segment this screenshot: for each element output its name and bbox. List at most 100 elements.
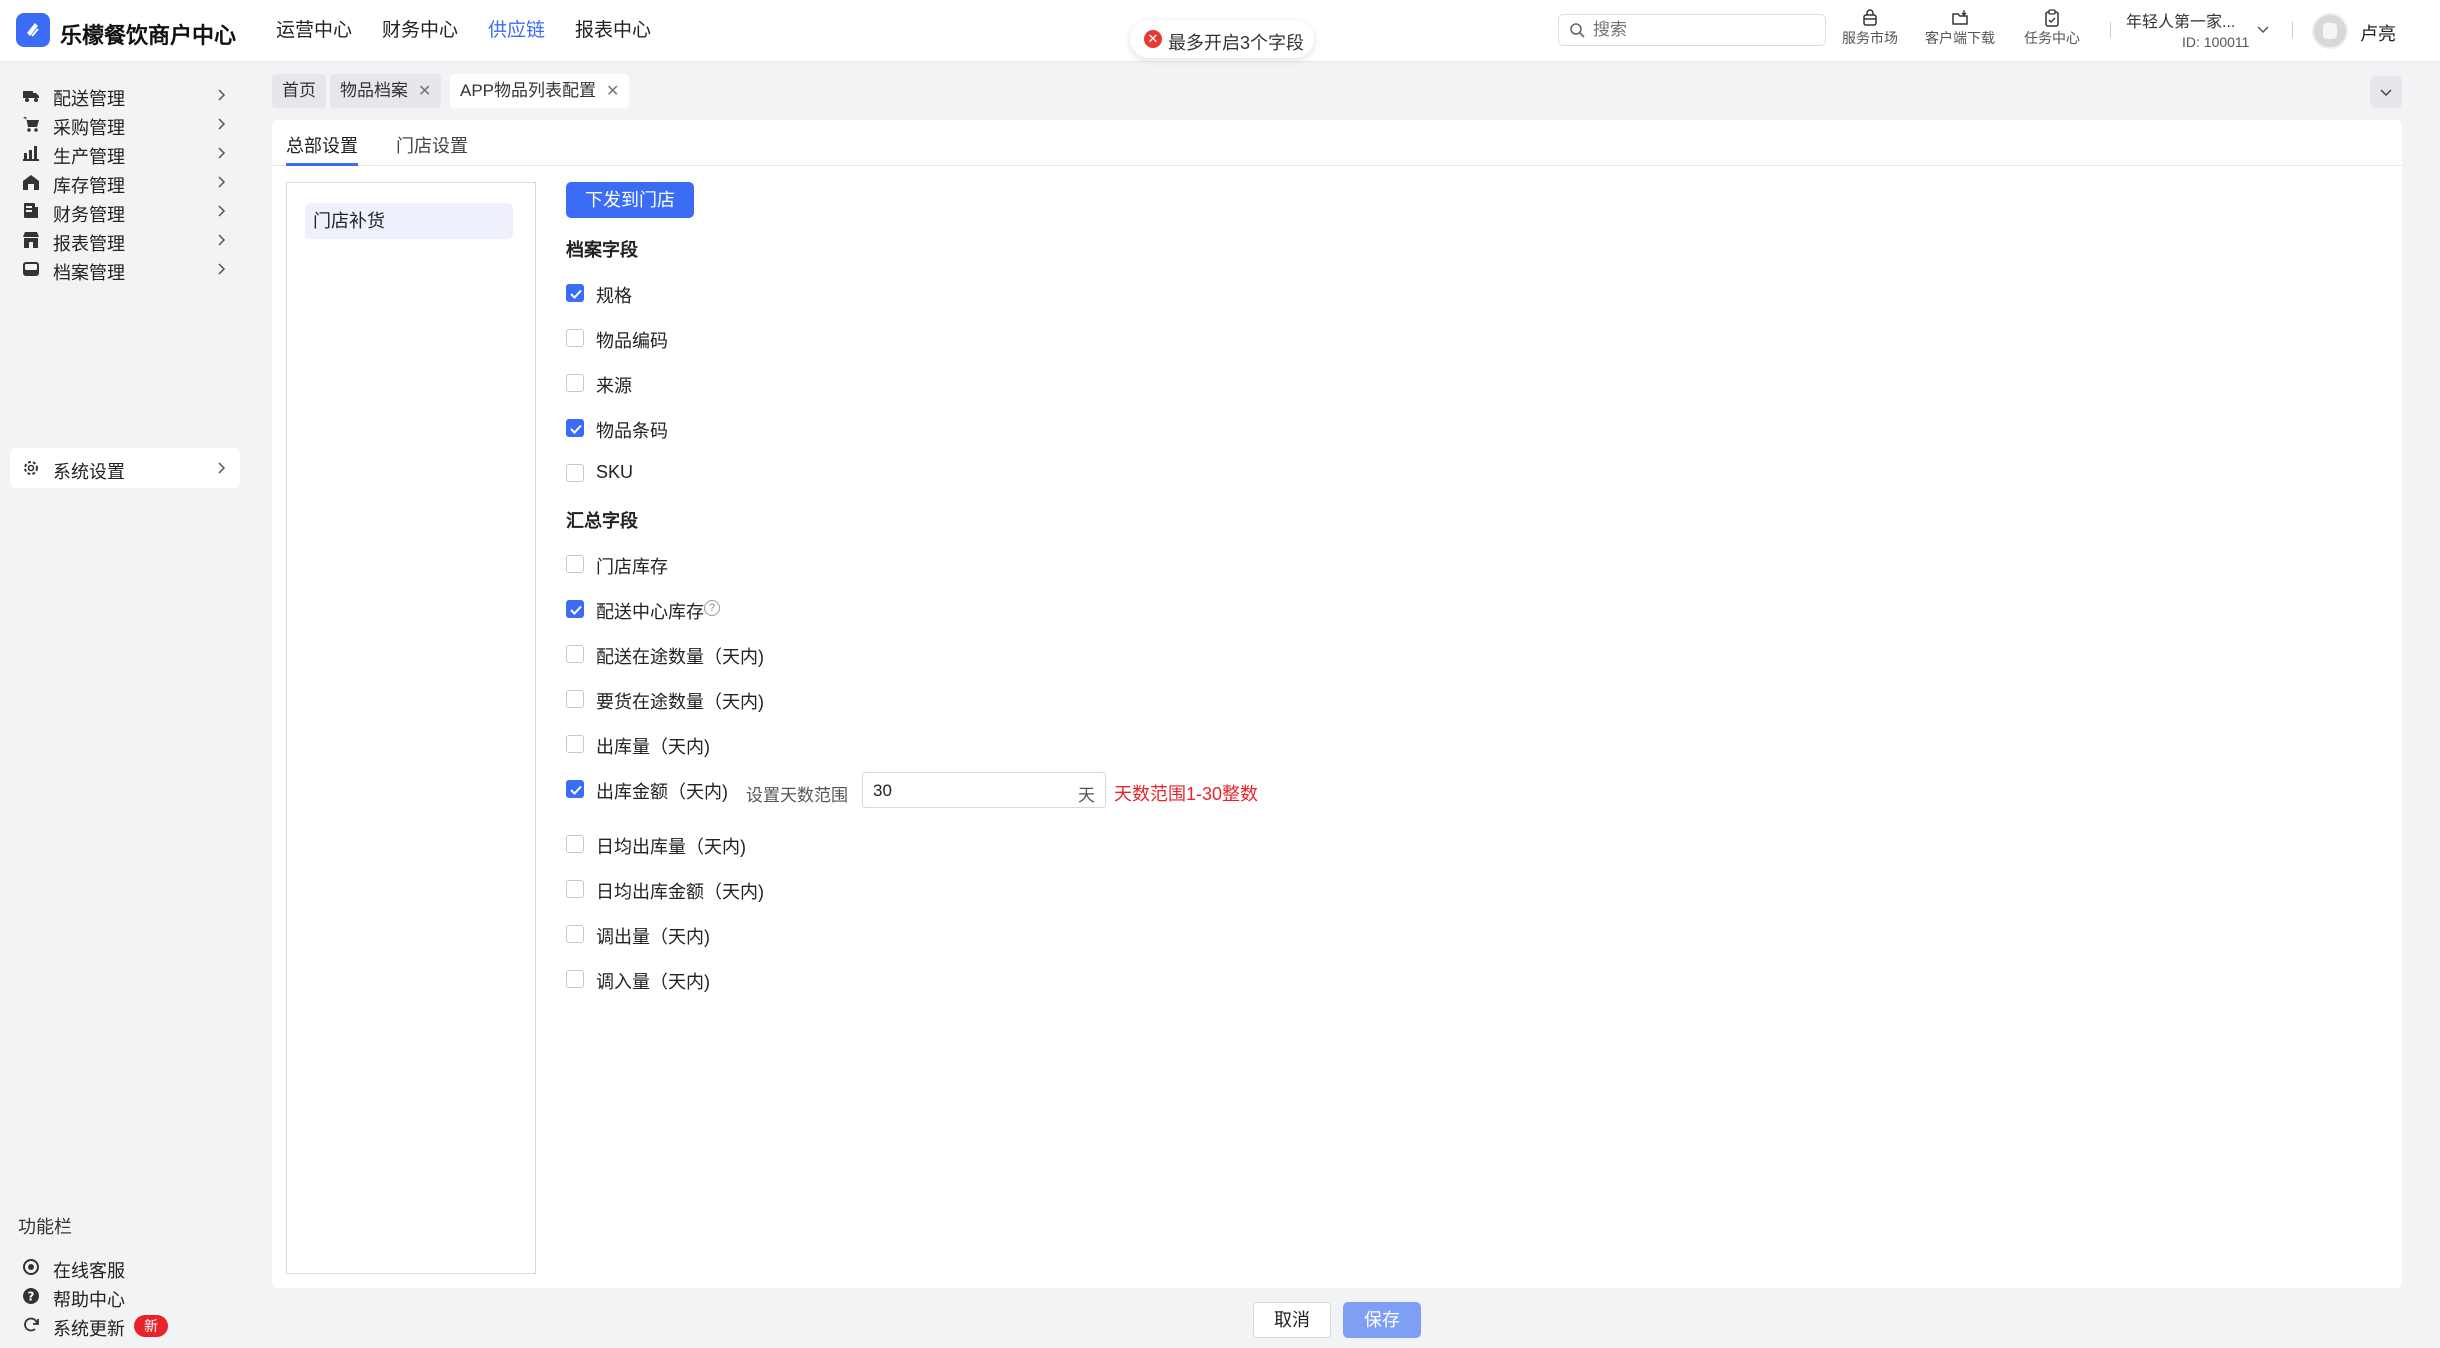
chevron-right-icon [218, 147, 226, 159]
checkbox-unchecked[interactable] [566, 329, 584, 347]
topnav-item-supply-chain[interactable]: 供应链 [488, 0, 545, 62]
svg-text:?: ? [28, 1290, 35, 1304]
checkbox-unchecked[interactable] [566, 464, 584, 482]
tab-item-archive[interactable]: 物品档案 ✕ [330, 74, 442, 109]
chevron-right-icon [218, 234, 226, 246]
day-range-field[interactable]: 天 [862, 772, 1106, 808]
checkbox-unchecked[interactable] [566, 374, 584, 392]
day-range-label: 设置天数范围 [746, 786, 848, 805]
checkbox-unchecked[interactable] [566, 735, 584, 753]
tab-hq-settings[interactable]: 总部设置 [286, 132, 358, 166]
chevron-right-icon [218, 205, 226, 217]
ledger-icon [24, 203, 38, 218]
store-name[interactable]: 年轻人第一家... [2126, 8, 2235, 32]
summary-fields-title: 汇总字段 [566, 511, 638, 531]
user-name[interactable]: 卢亮 [2360, 20, 2396, 46]
field-label: 出库量（天内) [596, 737, 710, 757]
day-unit-label: 天 [1078, 786, 1095, 805]
list-item-store-replenish[interactable]: 门店补货 [305, 203, 513, 239]
tab-label: APP物品列表配置 [460, 81, 597, 100]
search-box[interactable] [1558, 14, 1826, 46]
store-id: ID: 100011 [2182, 34, 2250, 50]
field-label: 配送中心库存 [596, 602, 704, 622]
factory-icon [23, 146, 39, 161]
checkbox-checked[interactable] [566, 284, 584, 302]
tab-home[interactable]: 首页 [272, 74, 326, 108]
checkbox-unchecked[interactable] [566, 555, 584, 573]
field-label: 出库金额（天内) [596, 782, 728, 802]
checkbox-unchecked[interactable] [566, 880, 584, 898]
close-icon[interactable]: ✕ [418, 75, 431, 109]
sidebar-item-archive[interactable]: 档案管理 [10, 249, 240, 289]
toast-message: 最多开启3个字段 [1168, 33, 1305, 53]
push-to-stores-button[interactable]: 下发到门店 [566, 182, 694, 218]
footer-bar: 取消 保存 [272, 1294, 2402, 1348]
field-label: 物品编码 [596, 331, 668, 351]
new-badge: 新 [134, 1315, 168, 1337]
tabs-dropdown-button[interactable] [2370, 76, 2402, 108]
checkbox-checked[interactable] [566, 600, 584, 618]
archive-fields-title: 档案字段 [566, 240, 638, 260]
field-label: 规格 [596, 286, 632, 306]
client-download-button[interactable]: 客户端下载 [1925, 8, 1995, 48]
field-label: 来源 [596, 376, 632, 396]
search-input[interactable] [1593, 19, 1813, 41]
topnav-item-ops[interactable]: 运营中心 [276, 0, 352, 62]
save-button[interactable]: 保存 [1343, 1302, 1421, 1338]
cart-icon [23, 117, 39, 132]
field-label: 配送在途数量（天内) [596, 647, 764, 667]
topnav-item-finance[interactable]: 财务中心 [382, 0, 458, 62]
truck-icon [23, 91, 39, 102]
tab-label: 首页 [282, 81, 316, 100]
checkbox-unchecked[interactable] [566, 645, 584, 663]
top-nav: 运营中心 财务中心 供应链 报表中心 [276, 0, 681, 62]
checkbox-unchecked[interactable] [566, 970, 584, 988]
refresh-icon [24, 1317, 39, 1332]
field-label: 调出量（天内) [596, 927, 710, 947]
chevron-down-icon [2380, 89, 2392, 97]
checkbox-unchecked[interactable] [566, 835, 584, 853]
question-circle-icon[interactable]: ? [704, 600, 720, 616]
task-center-label: 任务中心 [2024, 30, 2080, 46]
cancel-button[interactable]: 取消 [1253, 1302, 1331, 1338]
field-label: 日均出库金额（天内) [596, 882, 764, 902]
topnav-item-reports[interactable]: 报表中心 [575, 0, 651, 62]
user-avatar[interactable] [2312, 13, 2348, 49]
day-range-hint: 天数范围1-30整数 [1114, 784, 1259, 804]
brand-logo-icon[interactable] [16, 13, 50, 47]
error-icon: ✕ [1144, 30, 1162, 48]
gear-icon [24, 461, 38, 475]
chevron-down-icon[interactable] [2256, 22, 2270, 36]
tab-store-settings[interactable]: 门店设置 [396, 132, 468, 166]
warehouse-icon [23, 175, 39, 190]
day-range-input[interactable] [873, 780, 1053, 802]
service-market-button[interactable]: 服务市场 [1842, 8, 1898, 48]
divider [2292, 22, 2293, 38]
tab-label: 物品档案 [340, 81, 408, 100]
chevron-right-icon [218, 263, 226, 275]
function-bar-title: 功能栏 [18, 1217, 72, 1237]
scene-list: 门店补货 [286, 182, 536, 1274]
task-center-button[interactable]: 任务中心 [2024, 8, 2080, 48]
headset-icon [23, 1259, 39, 1275]
chevron-right-icon [218, 462, 226, 474]
close-icon[interactable]: ✕ [606, 75, 619, 109]
field-label: 要货在途数量（天内) [596, 692, 764, 712]
error-toast: ✕ 最多开启3个字段 [1130, 20, 1314, 58]
archive-icon [23, 262, 39, 276]
checkbox-unchecked[interactable] [566, 690, 584, 708]
sidebar-item-settings[interactable]: 系统设置 [10, 448, 240, 488]
system-update-link[interactable]: 系统更新 新 [10, 1305, 240, 1345]
tab-app-item-list-config[interactable]: APP物品列表配置 ✕ [450, 74, 630, 109]
sidebar-func-label: 系统更新 [53, 1319, 125, 1339]
checkbox-checked[interactable] [566, 780, 584, 798]
field-label: 调入量（天内) [596, 972, 710, 992]
settings-tabs: 总部设置 门店设置 [272, 120, 2402, 166]
brand-name: 乐檬餐饮商户中心 [60, 23, 237, 48]
client-download-label: 客户端下载 [1925, 30, 1995, 46]
divider [2110, 22, 2111, 38]
checkbox-unchecked[interactable] [566, 925, 584, 943]
field-label: 日均出库量（天内) [596, 837, 746, 857]
folder-download-icon [1952, 10, 1968, 25]
checkbox-checked[interactable] [566, 419, 584, 437]
